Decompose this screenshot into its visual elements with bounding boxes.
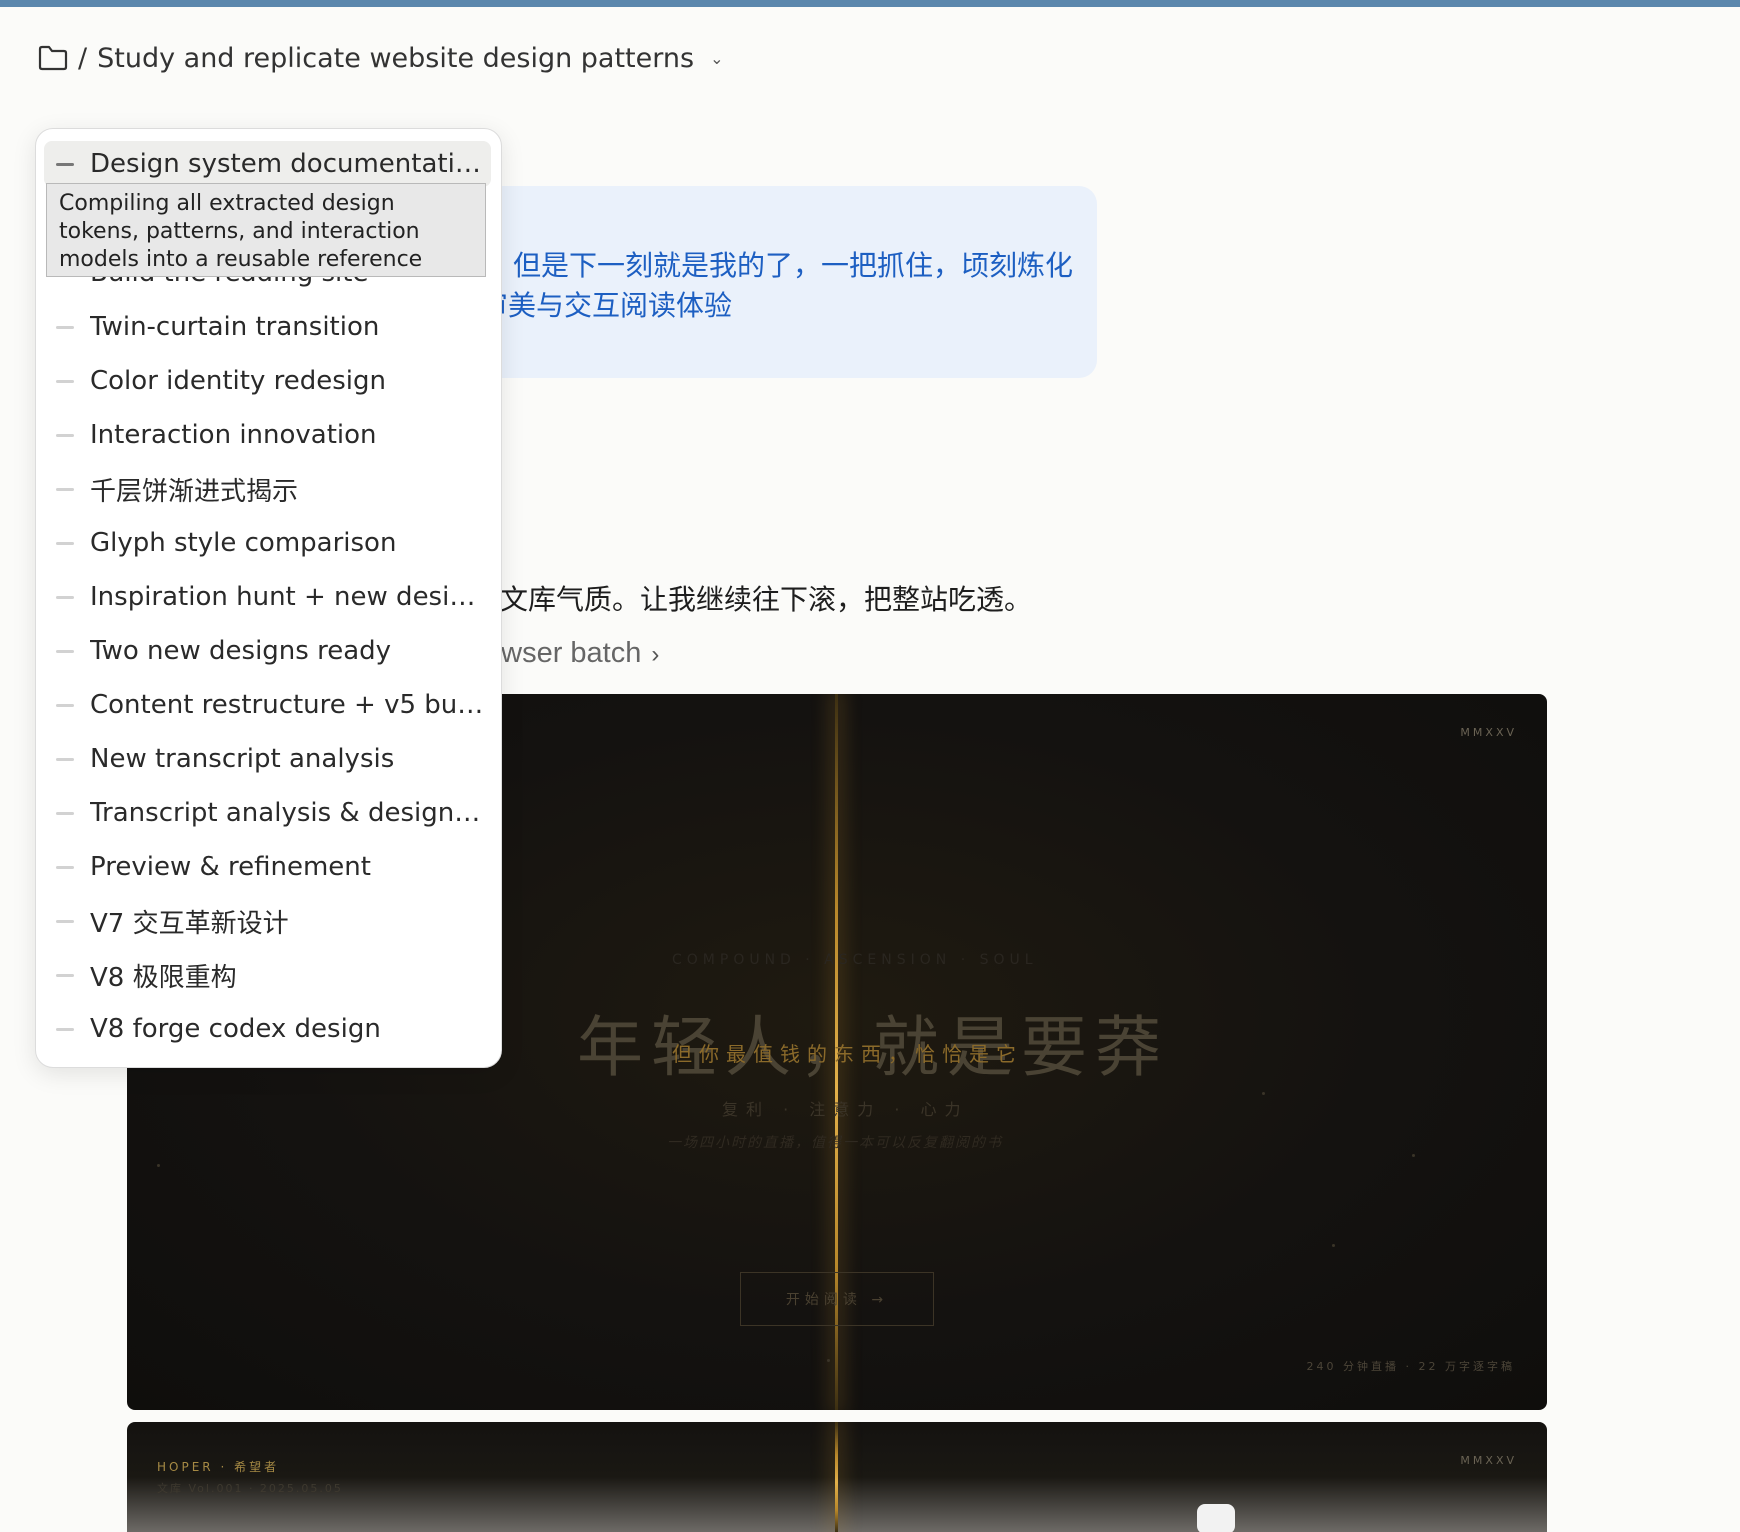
particle-dot (1332, 1244, 1335, 1247)
particle-dot (1262, 1092, 1265, 1095)
outline-item[interactable]: Preview & refinement (44, 844, 491, 890)
dash-icon (56, 325, 74, 329)
folder-icon[interactable] (38, 44, 68, 72)
dash-icon (56, 162, 74, 166)
corner-mark: MMXXV (1460, 726, 1517, 739)
gold-divider-line (835, 1422, 838, 1532)
user-message-line: 但是下一刻就是我的了，一把抓住，顷刻炼化 (513, 249, 1074, 282)
tool-call-toggle[interactable]: owser batch › (485, 637, 659, 670)
brand-sub-label: 文库 Vol.001 · 2025.05.05 (157, 1482, 343, 1495)
breadcrumb: / Study and replicate website design pat… (38, 40, 723, 76)
particle-dot (1412, 1154, 1415, 1157)
outline-item[interactable]: Transcript analysis & design pl… (44, 790, 491, 836)
hero-tagline: 一场四小时的直播，值得一本可以反复翻阅的书 (667, 1135, 1003, 1151)
website-screenshot-preview-2[interactable]: HOPER · 希望者 文库 Vol.001 · 2025.05.05 MMXX… (127, 1422, 1547, 1532)
dash-icon (56, 1027, 74, 1031)
dash-icon (56, 487, 74, 491)
dash-icon (56, 595, 74, 599)
outline-item[interactable]: Glyph style comparison (44, 520, 491, 566)
assistant-message-text: 文库气质。让我继续往下滚，把整站吃透。 (500, 583, 1033, 616)
corner-mark: MMXXV (1460, 1454, 1517, 1467)
start-reading-button: 开始阅读 → (740, 1272, 934, 1326)
breadcrumb-separator: / (78, 42, 88, 74)
dash-icon (56, 379, 74, 383)
outline-item[interactable]: Color identity redesign (44, 358, 491, 404)
dash-icon (56, 865, 74, 869)
outline-item[interactable]: V8 极限重构 (44, 952, 491, 998)
dash-icon (56, 541, 74, 545)
chevron-right-icon: › (651, 641, 660, 668)
outline-item[interactable]: Content restructure + v5 build (44, 682, 491, 728)
dash-icon (56, 973, 74, 977)
outline-item[interactable]: Two new designs ready (44, 628, 491, 674)
user-message-line: 审美与交互阅读体验 (480, 289, 733, 322)
hero-subtitle: 但你最值钱的东西，恰恰是它 (672, 1042, 1023, 1066)
footer-stats: 240 分钟直播 · 22 万字逐字稿 (1306, 1360, 1515, 1373)
particle-dot (157, 1164, 160, 1167)
dash-icon (56, 433, 74, 437)
outline-item[interactable]: Design system documentation (44, 141, 491, 187)
keyword-row: 复利 · 注意力 · 心力 (722, 1100, 969, 1119)
outline-item[interactable]: Twin-curtain transition (44, 304, 491, 350)
outline-item[interactable]: New transcript analysis (44, 736, 491, 782)
outline-item[interactable]: Interaction innovation (44, 412, 491, 458)
particle-dot (827, 1359, 830, 1362)
outline-item[interactable]: Inspiration hunt + new designs (44, 574, 491, 620)
outline-item[interactable]: 千层饼渐进式揭示 (44, 466, 491, 512)
tool-call-label: owser batch (485, 637, 642, 669)
dash-icon (56, 811, 74, 815)
outline-item[interactable]: V7 交互革新设计 (44, 898, 491, 944)
outline-item[interactable]: V8 forge codex design (44, 1006, 491, 1052)
overlay-chip (1197, 1504, 1235, 1532)
project-title[interactable]: Study and replicate website design patte… (97, 43, 694, 74)
window-top-bar (0, 0, 1740, 7)
item-tooltip: Compiling all extracted design tokens, p… (46, 183, 486, 277)
dash-icon (56, 757, 74, 761)
brand-label: HOPER · 希望者 (157, 1460, 280, 1474)
dash-icon (56, 703, 74, 707)
dash-icon (56, 649, 74, 653)
start-reading-label: 开始阅读 → (785, 1292, 889, 1308)
dash-icon (56, 919, 74, 923)
subtle-heading: COMPOUND · ASCENSION · SOUL (672, 952, 1038, 968)
chevron-down-icon[interactable]: ⌄ (710, 49, 723, 68)
